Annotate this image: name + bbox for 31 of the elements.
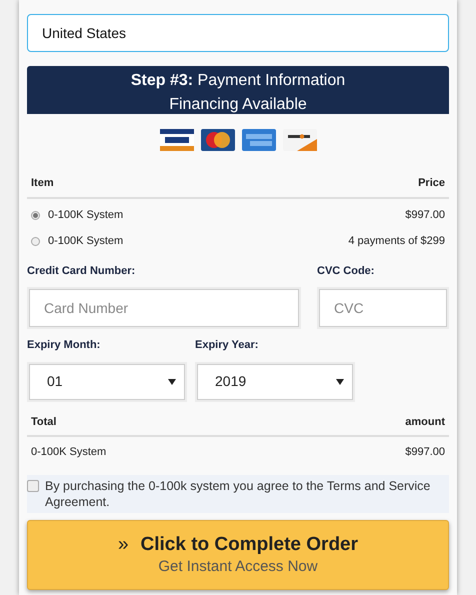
card-number-field[interactable]: Card Number	[29, 289, 299, 327]
price-cell-text: $997.00	[405, 444, 445, 460]
month-select[interactable]: 01	[29, 364, 185, 400]
radio-button[interactable]	[31, 237, 40, 246]
column-header: Total	[31, 414, 56, 430]
field-label: Expiry Month:	[27, 338, 102, 353]
radio-button[interactable]	[31, 211, 40, 220]
price-cell-text: $997.00	[405, 208, 445, 224]
header-title: Step #3: Payment Information	[130, 71, 346, 91]
column-header: Price	[418, 176, 445, 191]
cvc-field[interactable]: CVC	[319, 289, 447, 327]
card-icon	[242, 129, 276, 151]
country-field[interactable]: United States	[27, 14, 449, 52]
card-icon	[160, 129, 194, 151]
complete-order-button[interactable]: » Click to Complete Order Get Instant Access Now	[27, 520, 449, 590]
caret-icon	[168, 378, 176, 384]
header-subtitle: Financing Available	[168, 95, 308, 115]
agreement-text: By purchasing the 0-100k system you agree to the Terms and Service Agreement.	[45, 478, 432, 510]
column-header: Item	[31, 176, 54, 191]
item-label: 0-100K System	[48, 234, 124, 250]
year-select[interactable]: 2019	[197, 364, 353, 400]
field-label: Credit Card Number:	[27, 264, 136, 278]
item-label: 0-100K System	[48, 208, 124, 224]
column-header: amount	[405, 414, 445, 430]
caret-icon	[336, 378, 344, 384]
field-label: Expiry Year:	[195, 338, 260, 353]
checkbox[interactable]	[27, 480, 39, 492]
card-icon	[200, 129, 234, 151]
item-label: 0-100K System	[31, 444, 106, 460]
price-cell-text: 4 payments of $299	[348, 234, 445, 250]
field-label: CVC Code:	[317, 264, 376, 278]
